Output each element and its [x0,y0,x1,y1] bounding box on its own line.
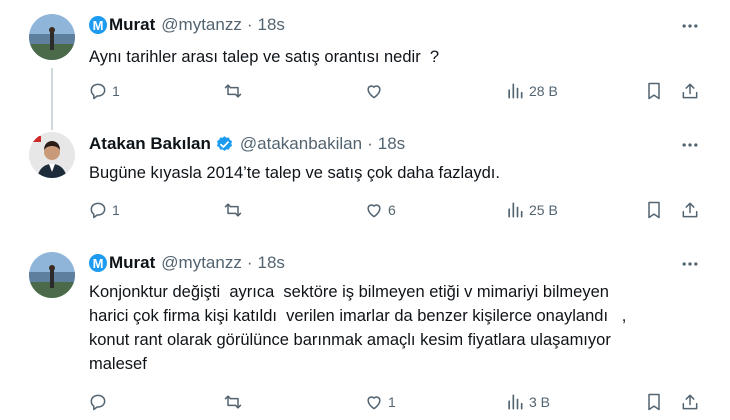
tweet-2[interactable]: Atakan Bakılan @atakanbakilan · 18s Bugü… [0,122,730,242]
tweet-3[interactable]: M Murat @mytanzz · 18s Konjonktur değişt… [0,242,730,420]
avatar-atakan[interactable] [29,132,75,178]
heart-icon [367,396,381,410]
separator-dot: · [367,134,373,153]
tweet-time[interactable]: 18s [258,253,285,273]
reply-count: 1 [112,83,120,99]
reply-icon [90,202,106,219]
retweet-icon [224,395,242,409]
views-count: 28 B [529,83,558,99]
more-icon[interactable] [679,253,701,275]
tweet-actions: 1 3 B [0,392,730,416]
heart-icon [367,204,381,218]
tweet-header: M Murat @mytanzz · 18s [89,15,285,35]
tweet-time[interactable]: 18s [378,134,405,154]
reply-button[interactable]: 1 [88,200,120,220]
retweet-button[interactable] [223,392,247,412]
bookmark-icon [648,393,660,411]
heart-icon [367,85,381,99]
share-button[interactable] [680,81,700,101]
tweet-1[interactable]: M Murat @mytanzz · 18s Aynı tarihler ara… [0,0,730,122]
views-button[interactable]: 28 B [505,81,558,101]
reply-icon [90,83,106,100]
retweet-button[interactable] [223,81,247,101]
reply-button[interactable]: 1 [88,81,120,101]
retweet-icon [224,84,242,98]
views-button[interactable]: 25 B [505,200,558,220]
verified-badge-icon [216,135,232,151]
views-count: 3 B [529,394,551,410]
like-count: 6 [388,202,396,218]
author-name[interactable]: Murat [109,253,155,273]
bookmark-button[interactable] [644,81,664,101]
avatar-murat[interactable] [29,252,75,298]
tweet-actions: 1 6 25 B [0,200,730,224]
share-icon [682,202,698,218]
author-handle[interactable]: @mytanzz [161,15,242,35]
bookmark-button[interactable] [644,200,664,220]
like-button[interactable]: 6 [364,200,396,220]
like-count: 1 [388,394,396,410]
bookmark-icon [648,201,660,219]
tweet-text: Aynı tarihler arası talep ve satış orant… [89,48,440,66]
share-icon [682,83,698,99]
author-name[interactable]: Atakan Bakılan [89,134,211,154]
like-button[interactable] [364,81,388,101]
bookmark-icon [648,82,660,100]
bookmark-button[interactable] [644,392,664,412]
avatar-murat[interactable] [29,14,75,60]
author-handle[interactable]: @atakanbakilan [240,134,362,154]
reply-count: 1 [112,202,120,218]
views-icon [508,83,523,99]
tweet-time[interactable]: 18s [258,15,285,35]
separator-dot: · [246,15,253,34]
tweet-header: Atakan Bakılan @atakanbakilan · 18s [89,134,405,154]
reply-button[interactable] [88,392,112,412]
more-icon[interactable] [679,134,701,156]
tweet-header: M Murat @mytanzz · 18s [89,253,285,273]
share-icon [682,394,698,410]
share-button[interactable] [680,392,700,412]
author-name[interactable]: Murat [109,15,155,35]
separator-dot: · [246,253,253,272]
views-button[interactable]: 3 B [505,392,550,412]
retweet-icon [224,203,242,217]
share-button[interactable] [680,200,700,220]
more-icon[interactable] [679,15,701,37]
retweet-button[interactable] [223,200,247,220]
views-count: 25 B [529,202,558,218]
tweet-actions: 1 28 B [0,81,730,105]
tweet-text: Konjonktur değişti ayrıca sektöre iş bil… [89,283,627,373]
reply-icon [90,394,106,411]
tweet-text: Bugüne kıyasla 2014’te talep ve satış ço… [89,164,500,182]
author-handle[interactable]: @mytanzz [161,253,242,273]
like-button[interactable]: 1 [364,392,396,412]
views-icon [508,202,523,218]
m-logo-icon: M [89,16,107,34]
views-icon [508,394,523,410]
m-logo-icon: M [89,254,107,272]
